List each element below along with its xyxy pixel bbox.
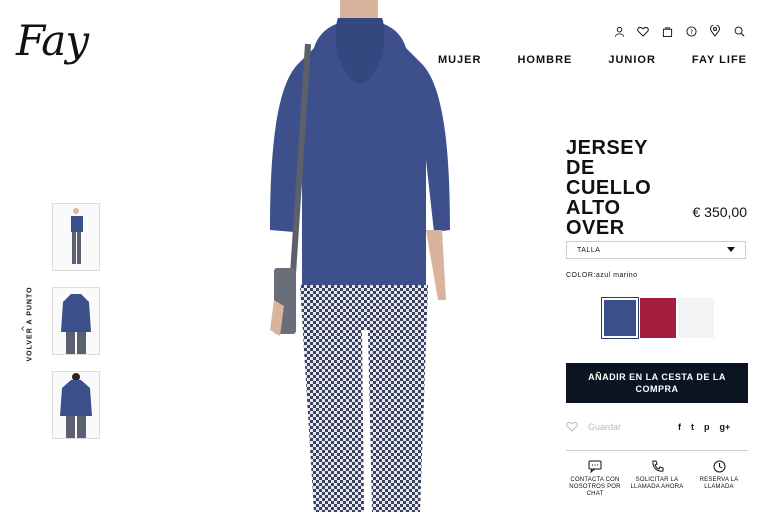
contact-call-now[interactable]: SOLICITAR LA LLAMADA AHORA [628, 460, 686, 498]
googleplus-icon[interactable]: g+ [720, 422, 731, 432]
chevron-left-icon: ‹ [21, 323, 25, 334]
thumbnail-list [52, 203, 100, 439]
contact-schedule-call[interactable]: RESERVA LA LLAMADA [690, 460, 748, 498]
thumbnail-back[interactable] [52, 371, 100, 439]
swatch-white[interactable] [678, 298, 714, 338]
color-value: azul marino [595, 272, 638, 279]
caret-down-icon [727, 247, 735, 252]
help-icon[interactable]: ? [684, 24, 698, 38]
search-icon[interactable] [732, 24, 746, 38]
nav-junior[interactable]: JUNIOR [608, 54, 656, 66]
user-icon[interactable] [612, 24, 626, 38]
add-to-cart-button[interactable]: AÑADIR EN LA CESTA DE LA COMPRA [566, 363, 748, 403]
brand-logo[interactable]: Fay [16, 16, 89, 65]
color-swatches [601, 297, 714, 339]
svg-text:?: ? [689, 27, 692, 35]
location-icon[interactable] [708, 24, 722, 38]
back-link[interactable]: ‹ VOLVER A PUNTO [18, 286, 38, 368]
contact-chat-label: CONTACTA CON NOSOTROS POR CHAT [569, 477, 621, 497]
main-nav: MUJER HOMBRE JUNIOR FAY LIFE [438, 54, 747, 66]
pinterest-icon[interactable]: p [704, 422, 710, 432]
facebook-icon[interactable]: f [678, 422, 681, 432]
thumbnail-full[interactable] [52, 203, 100, 271]
heart-icon[interactable] [636, 24, 650, 38]
phone-icon [651, 460, 663, 472]
clock-icon [713, 460, 725, 473]
product-main-image[interactable] [250, 0, 460, 512]
social-share: f t p g+ [678, 422, 730, 432]
swatch-burgundy[interactable] [640, 298, 676, 338]
nav-fay-life[interactable]: FAY LIFE [692, 54, 747, 66]
color-info: COLOR:azul marino [566, 272, 638, 279]
nav-hombre[interactable]: HOMBRE [517, 54, 572, 66]
size-select[interactable]: TALLA [566, 241, 746, 259]
thumbnail-front[interactable] [52, 287, 100, 355]
contact-chat[interactable]: CONTACTA CON NOSOTROS POR CHAT [566, 460, 624, 498]
chat-icon [588, 460, 602, 473]
header-icons: ? [612, 24, 746, 38]
size-select-label: TALLA [577, 246, 601, 254]
swatch-navy[interactable] [601, 297, 639, 339]
save-wishlist[interactable]: Guardar [566, 421, 621, 432]
contact-schedule-call-label: RESERVA LA LLAMADA [699, 477, 739, 490]
save-label: Guardar [588, 421, 622, 432]
product-price: € 350,00 [692, 204, 748, 220]
product-title: JERSEY DE CUELLO ALTO OVER [566, 137, 652, 239]
contact-call-now-label: SOLICITAR LA LLAMADA AHORA [630, 477, 684, 490]
bag-icon[interactable] [660, 24, 674, 38]
heart-icon [566, 421, 578, 432]
contact-options: CONTACTA CON NOSOTROS POR CHAT SOLICITAR… [566, 460, 748, 498]
twitter-icon[interactable]: t [691, 422, 694, 432]
divider [566, 450, 748, 451]
back-link-label: VOLVER A PUNTO [26, 286, 34, 362]
color-label: COLOR: [566, 272, 596, 279]
